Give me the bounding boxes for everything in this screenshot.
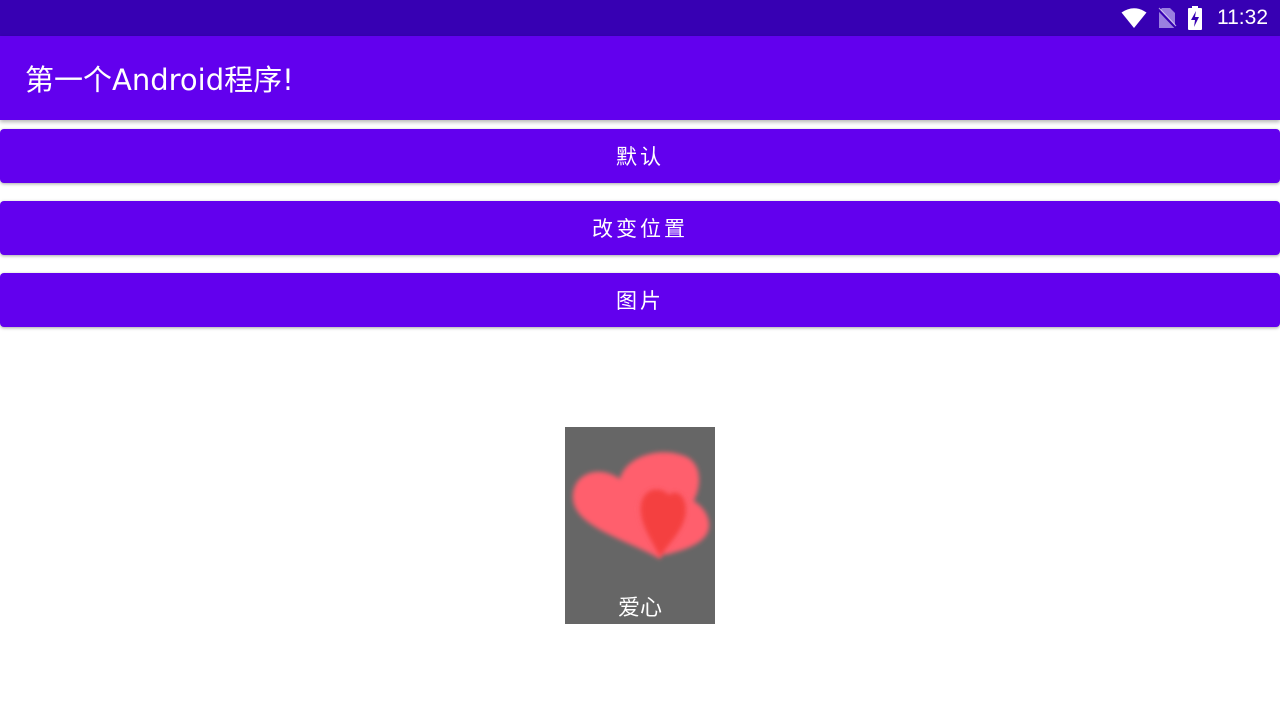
image-card: 爱心 <box>565 427 715 624</box>
image-button[interactable]: 图片 <box>0 273 1280 327</box>
hearts-image <box>572 452 710 559</box>
status-time: 11:32 <box>1217 6 1268 29</box>
status-icons: 11:32 <box>1121 6 1280 30</box>
wifi-icon <box>1121 7 1147 29</box>
change-position-button[interactable]: 改变位置 <box>0 201 1280 255</box>
battery-charging-icon <box>1187 6 1203 30</box>
app-bar: 第一个Android程序! <box>0 36 1280 120</box>
no-sim-icon <box>1157 7 1177 29</box>
default-button[interactable]: 默认 <box>0 129 1280 183</box>
image-caption: 爱心 <box>617 596 662 621</box>
app-title: 第一个Android程序! <box>25 63 294 97</box>
status-bar: 11:32 <box>0 0 1280 36</box>
